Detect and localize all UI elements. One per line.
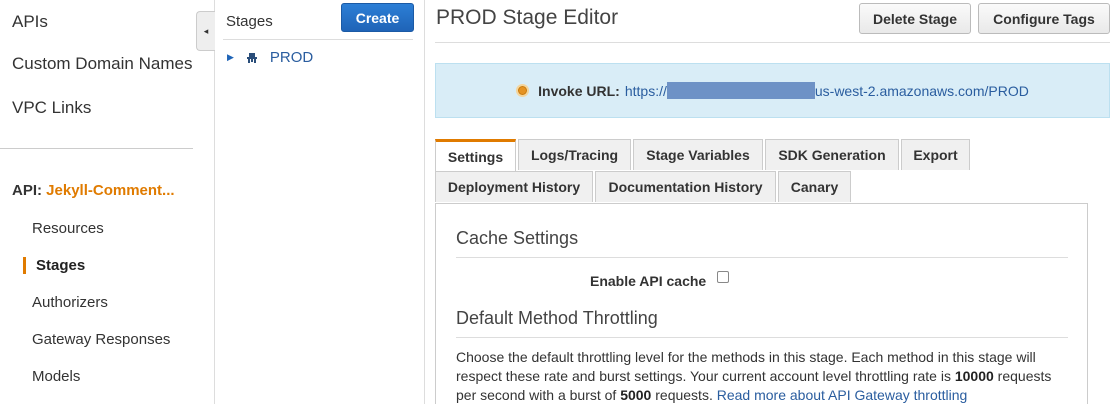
throttling-docs-link[interactable]: Read more about API Gateway throttling	[717, 387, 968, 403]
throttling-description: Choose the default throttling level for …	[456, 348, 1066, 404]
nav-divider	[0, 148, 193, 149]
stage-tree-label: PROD	[269, 49, 314, 66]
tab-stage-variables[interactable]: Stage Variables	[633, 139, 763, 170]
throttle-burst: 5000	[620, 387, 652, 403]
throttle-rate: 10000	[954, 368, 994, 384]
nav-item-models[interactable]: Models	[32, 368, 80, 385]
delete-stage-button[interactable]: Delete Stage	[859, 3, 971, 34]
enable-api-cache-checkbox[interactable]	[717, 271, 729, 283]
default-method-throttling-title: Default Method Throttling	[456, 308, 658, 328]
invoke-url-link[interactable]: https:// us-west-2.amazonaws.com/PROD	[625, 82, 1029, 99]
tab-logs-tracing[interactable]: Logs/Tracing	[518, 139, 631, 170]
invoke-url-suffix: us-west-2.amazonaws.com/PROD	[814, 82, 1029, 99]
invoke-url-icon	[516, 84, 530, 97]
nav-item-vpc-links[interactable]: VPC Links	[12, 98, 91, 118]
tab-settings[interactable]: Settings	[435, 139, 516, 172]
chevron-left-icon: ◂	[203, 25, 209, 36]
nav-item-apis[interactable]: APIs	[12, 12, 48, 32]
header-divider	[435, 42, 1110, 43]
nav-item-resources[interactable]: Resources	[32, 220, 104, 237]
throttle-text: requests.	[651, 387, 717, 403]
nav-item-custom-domain-names[interactable]: Custom Domain Names	[12, 54, 192, 74]
api-prefix: API:	[12, 182, 42, 199]
stage-editor: PROD Stage Editor Delete Stage Configure…	[425, 0, 1115, 404]
stages-divider	[223, 39, 413, 40]
tab-documentation-history[interactable]: Documentation History	[595, 171, 776, 202]
cache-settings-title: Cache Settings	[456, 228, 579, 248]
section-divider	[456, 257, 1068, 258]
section-divider	[456, 337, 1068, 338]
stages-label: Stages	[226, 13, 273, 30]
tab-canary[interactable]: Canary	[778, 171, 851, 202]
create-stage-button[interactable]: Create	[341, 3, 414, 32]
left-nav: APIs Custom Domain Names VPC Links API: …	[0, 0, 215, 404]
throttle-text: Choose the default throttling level for …	[456, 349, 1036, 384]
tab-export[interactable]: Export	[901, 139, 970, 170]
stage-tree-item-prod[interactable]: ▶ PROD	[227, 49, 313, 66]
tab-sdk-generation[interactable]: SDK Generation	[765, 139, 899, 170]
nav-item-stages[interactable]: Stages	[36, 257, 85, 274]
api-heading: API: Jekyll-Comment...	[12, 182, 175, 199]
page-title: PROD Stage Editor	[436, 6, 619, 29]
settings-panel: Cache Settings Enable API cache Default …	[435, 203, 1088, 404]
invoke-url-banner: Invoke URL: https:// us-west-2.amazonaws…	[435, 63, 1110, 118]
configure-tags-button[interactable]: Configure Tags	[978, 3, 1110, 34]
api-name-link[interactable]: Jekyll-Comment...	[46, 182, 174, 199]
invoke-url-label: Invoke URL:	[538, 82, 620, 99]
invoke-url-prefix: https://	[624, 82, 667, 99]
stage-icon	[246, 52, 257, 63]
collapse-nav-button[interactable]: ◂	[196, 11, 215, 51]
enable-api-cache-label: Enable API cache	[590, 273, 707, 289]
nav-item-gateway-responses[interactable]: Gateway Responses	[32, 331, 170, 348]
active-indicator	[23, 257, 26, 274]
stages-panel: Stages Create ▶ PROD	[215, 0, 425, 404]
redacted-block	[666, 82, 815, 99]
tab-deployment-history[interactable]: Deployment History	[435, 171, 593, 202]
nav-item-authorizers[interactable]: Authorizers	[32, 294, 108, 311]
expand-caret-icon[interactable]: ▶	[227, 52, 234, 63]
api-gateway-console: APIs Custom Domain Names VPC Links API: …	[0, 0, 1115, 404]
